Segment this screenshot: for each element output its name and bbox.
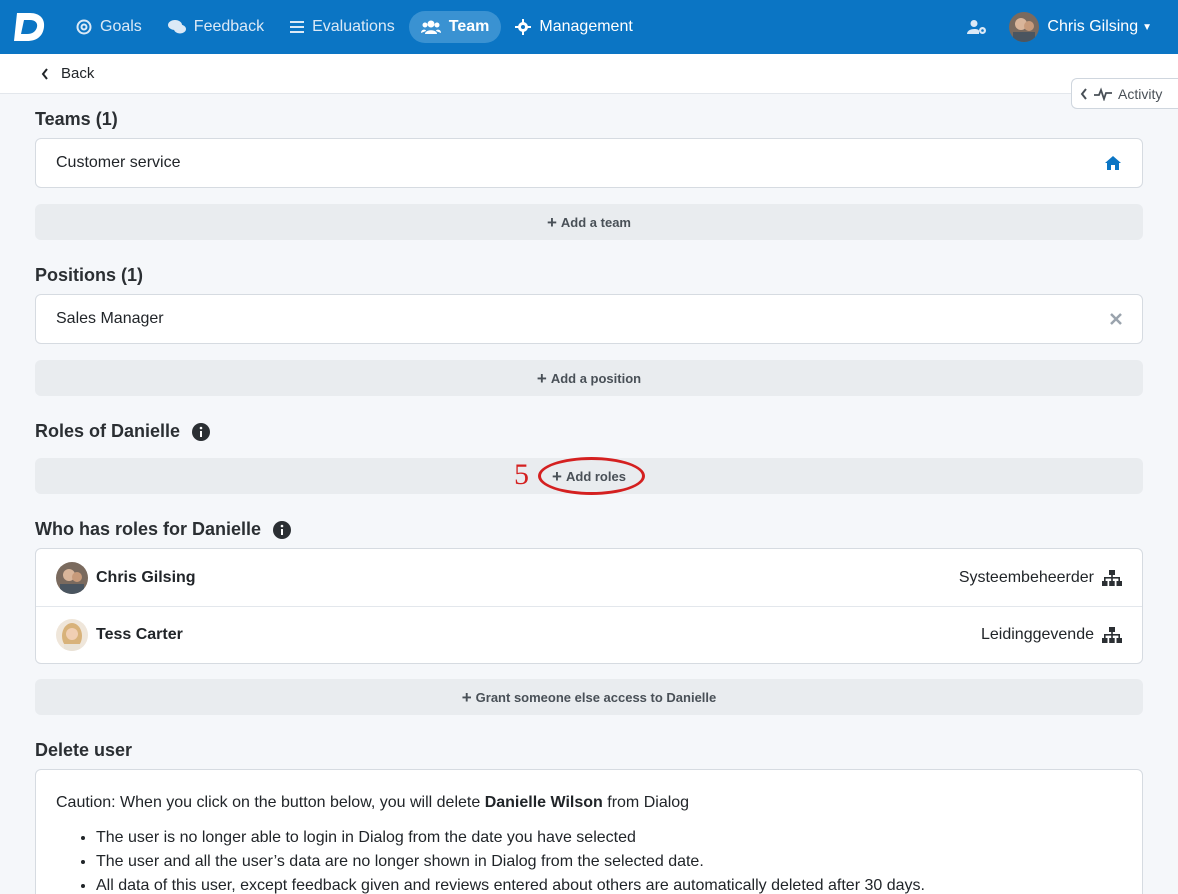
user-settings-icon[interactable] bbox=[967, 19, 987, 35]
positions-title: Positions (1) bbox=[35, 265, 144, 285]
org-chart-icon[interactable] bbox=[1102, 627, 1122, 643]
activity-label: Activity bbox=[1118, 85, 1163, 102]
user-name[interactable]: Chris Gilsing bbox=[1047, 18, 1138, 36]
roles-title: Roles of Danielle bbox=[35, 421, 211, 442]
plus-icon: + bbox=[461, 687, 472, 707]
nav-management[interactable]: Management bbox=[503, 11, 644, 43]
nav-goals[interactable]: Goals bbox=[64, 11, 154, 43]
target-icon bbox=[76, 19, 92, 35]
users-icon bbox=[420, 19, 441, 35]
activity-tab[interactable]: Activity bbox=[1071, 78, 1178, 109]
delete-user-card: Caution: When you click on the button be… bbox=[35, 769, 1143, 894]
person-role: Systeembeheerder bbox=[958, 568, 1094, 586]
caution-user-name: Danielle Wilson bbox=[484, 794, 603, 811]
roles-title-text: Roles of Danielle bbox=[35, 421, 181, 441]
nav-evaluations-label: Evaluations bbox=[312, 18, 395, 35]
gear-icon bbox=[515, 19, 532, 35]
delete-user-title: Delete user bbox=[35, 740, 133, 760]
back-link[interactable]: Back bbox=[61, 65, 94, 82]
grant-access-label: Grant someone else access to Danielle bbox=[475, 689, 717, 705]
person-role: Leidinggevende bbox=[981, 626, 1094, 643]
avatar bbox=[56, 619, 88, 651]
nav-team[interactable]: Team bbox=[408, 11, 502, 43]
list-item: The user and all the user’s data are no … bbox=[96, 850, 1122, 874]
who-has-roles-title: Who has roles for Danielle bbox=[35, 519, 292, 540]
annotation-number: 5 bbox=[514, 458, 529, 491]
caution-text: Caution: When you click on the button be… bbox=[56, 794, 690, 811]
nav-goals-label: Goals bbox=[100, 18, 142, 35]
add-position-label: Add a position bbox=[550, 370, 642, 386]
add-team-button[interactable]: + Add a team bbox=[35, 204, 1143, 240]
grant-access-button[interactable]: + Grant someone else access to Danielle bbox=[35, 679, 1143, 715]
avatar bbox=[56, 561, 88, 594]
back-bar: Back bbox=[0, 54, 1178, 94]
position-name: Sales Manager bbox=[56, 310, 164, 327]
list-item: The user is no longer able to login in D… bbox=[96, 826, 1122, 850]
nav-feedback-label: Feedback bbox=[193, 18, 265, 35]
plus-icon: + bbox=[536, 368, 547, 388]
position-item[interactable]: Sales Manager bbox=[36, 295, 1142, 343]
nav-evaluations[interactable]: Evaluations bbox=[278, 11, 407, 43]
teams-title: Teams (1) bbox=[35, 109, 118, 129]
list-item: All data of this user, except feedback g… bbox=[96, 874, 1122, 894]
teams-card: Customer service bbox=[35, 138, 1143, 188]
nav-feedback[interactable]: Feedback bbox=[156, 11, 276, 43]
role-holder-row[interactable]: Tess Carter Leidinggevende bbox=[36, 606, 1142, 663]
team-item[interactable]: Customer service bbox=[36, 139, 1142, 187]
person-name[interactable]: Chris Gilsing bbox=[96, 569, 196, 587]
top-navbar: Goals Feedback Evaluations Team Manageme… bbox=[0, 0, 1178, 54]
dialog-logo[interactable] bbox=[8, 5, 52, 49]
chevron-left-icon[interactable] bbox=[41, 67, 49, 80]
plus-icon: + bbox=[546, 212, 557, 232]
annotation-oval bbox=[538, 457, 645, 495]
add-team-label: Add a team bbox=[560, 214, 631, 230]
home-icon[interactable] bbox=[1104, 155, 1122, 171]
team-name: Customer service bbox=[56, 154, 181, 171]
nav-team-label: Team bbox=[448, 18, 490, 35]
caution-list: The user is no longer able to login in D… bbox=[56, 826, 1122, 894]
person-name[interactable]: Tess Carter bbox=[96, 626, 183, 644]
role-holders-card: Chris Gilsing Systeembeheerder Tess Cart… bbox=[35, 548, 1143, 664]
avatar[interactable] bbox=[1009, 12, 1040, 42]
comments-icon bbox=[167, 19, 186, 35]
nav-management-label: Management bbox=[539, 18, 633, 35]
heartbeat-icon bbox=[1094, 86, 1112, 101]
role-holder-row[interactable]: Chris Gilsing Systeembeheerder bbox=[36, 549, 1142, 606]
add-position-button[interactable]: + Add a position bbox=[35, 360, 1143, 396]
info-icon[interactable] bbox=[273, 520, 292, 539]
close-icon[interactable] bbox=[1110, 313, 1122, 325]
chevron-left-icon bbox=[1080, 87, 1088, 100]
list-icon bbox=[290, 20, 305, 34]
info-icon[interactable] bbox=[192, 422, 211, 441]
org-chart-icon[interactable] bbox=[1102, 569, 1122, 586]
who-has-roles-title-text: Who has roles for Danielle bbox=[35, 519, 262, 539]
positions-card: Sales Manager bbox=[35, 294, 1143, 344]
caret-down-icon[interactable]: ▼ bbox=[1142, 22, 1152, 33]
